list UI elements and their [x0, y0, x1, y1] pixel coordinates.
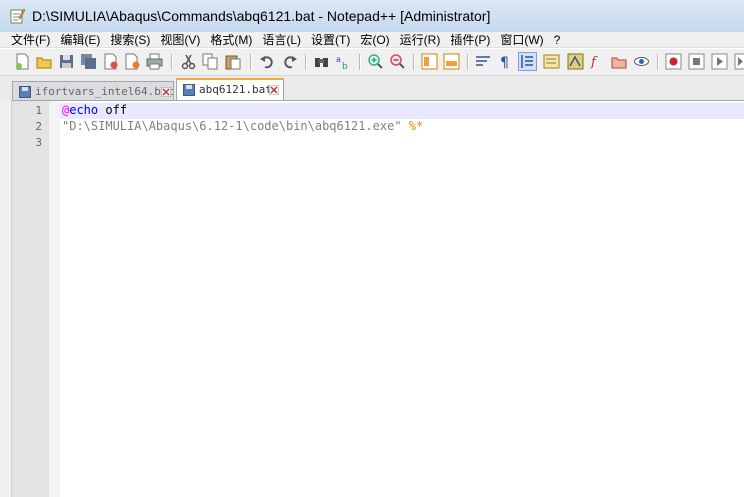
save-icon[interactable]	[58, 53, 75, 70]
indent-guide-icon[interactable]	[518, 52, 537, 71]
menu-format[interactable]: 格式(M)	[210, 32, 252, 47]
tab-label: abq6121.bat	[199, 83, 272, 96]
svg-text:a: a	[336, 55, 341, 64]
menu-view[interactable]: 视图(V)	[160, 32, 200, 47]
zoom-out-icon[interactable]	[389, 53, 406, 70]
menu-bar: 文件(F) 编辑(E) 搜索(S) 视图(V) 格式(M) 语言(L) 设置(T…	[0, 32, 744, 48]
play-macro-icon[interactable]	[711, 53, 728, 70]
menu-settings[interactable]: 设置(T)	[311, 32, 350, 47]
close-icon[interactable]	[269, 85, 279, 95]
text-token: off	[98, 103, 128, 117]
copy-icon[interactable]	[202, 53, 219, 70]
paste-icon[interactable]	[224, 53, 241, 70]
svg-text:b: b	[342, 62, 348, 70]
menu-help[interactable]: ?	[554, 32, 561, 47]
stop-macro-icon[interactable]	[688, 53, 705, 70]
sync-horizontal-icon[interactable]	[443, 53, 460, 70]
menu-macro[interactable]: 宏(O)	[360, 32, 389, 47]
svg-text:¶: ¶	[500, 55, 509, 70]
fold-margin[interactable]	[49, 101, 60, 497]
close-all-icon[interactable]	[124, 53, 141, 70]
menu-language[interactable]: 语言(L)	[262, 32, 301, 47]
toolbar-separator	[467, 54, 469, 70]
undo-icon[interactable]	[259, 53, 276, 70]
close-icon[interactable]	[161, 87, 171, 97]
tab-bar: ifortvars_intel64.bat abq6121.bat	[0, 76, 744, 101]
toolbar-separator	[250, 54, 252, 70]
toolbar-separator	[305, 54, 307, 70]
toolbar-separator	[359, 54, 361, 70]
menu-edit[interactable]: 编辑(E)	[60, 32, 100, 47]
print-icon[interactable]	[146, 53, 163, 70]
svg-text:f: f	[590, 55, 598, 70]
menu-run[interactable]: 运行(R)	[400, 32, 441, 47]
save-all-icon[interactable]	[80, 53, 97, 70]
code-line-2[interactable]: "D:\SIMULIA\Abaqus\6.12-1\code\bin\abq61…	[62, 119, 423, 133]
record-macro-icon[interactable]	[665, 53, 682, 70]
menu-plugins[interactable]: 插件(P)	[450, 32, 490, 47]
string-token: "D:\SIMULIA\Abaqus\6.12-1\code\bin\abq61…	[62, 119, 402, 133]
sync-vertical-icon[interactable]	[421, 53, 438, 70]
saved-file-icon	[183, 84, 195, 96]
word-wrap-icon[interactable]	[475, 53, 492, 70]
user-language-icon[interactable]	[543, 53, 560, 70]
args-token: %*	[401, 119, 424, 133]
editor-area[interactable]: 1 2 3 @echo off "D:\SIMULIA\Abaqus\6.12-…	[12, 101, 744, 497]
menu-file[interactable]: 文件(F)	[11, 32, 50, 47]
run-macro-multiple-icon[interactable]	[734, 53, 744, 70]
line-number: 3	[35, 136, 42, 149]
toolbar-separator	[171, 54, 173, 70]
show-all-chars-icon[interactable]: ¶	[497, 53, 514, 70]
title-bar[interactable]: D:\SIMULIA\Abaqus\Commands\abq6121.bat -…	[0, 0, 744, 33]
replace-icon[interactable]: ab	[335, 53, 352, 70]
line-number: 2	[35, 120, 42, 133]
toolbar-separator	[413, 54, 415, 70]
notepadpp-window: D:\SIMULIA\Abaqus\Commands\abq6121.bat -…	[0, 0, 744, 497]
redo-icon[interactable]	[281, 53, 298, 70]
folder-workspace-icon[interactable]	[611, 53, 628, 70]
toolbar: ab ¶ f	[0, 49, 744, 76]
close-file-icon[interactable]	[102, 53, 119, 70]
open-file-icon[interactable]	[36, 53, 53, 70]
find-icon[interactable]	[313, 53, 330, 70]
new-file-icon[interactable]	[14, 53, 31, 70]
notepad-icon	[10, 8, 25, 24]
toolbar-separator	[657, 54, 659, 70]
monitoring-eye-icon[interactable]	[633, 53, 650, 70]
left-edge-panel	[0, 100, 12, 497]
tab-abq6121-bat[interactable]: abq6121.bat	[176, 78, 284, 100]
function-list-icon[interactable]: f	[589, 53, 606, 70]
line-number-gutter: 1 2 3	[12, 101, 49, 497]
zoom-in-icon[interactable]	[367, 53, 384, 70]
tab-ifortvars-intel64-bat[interactable]: ifortvars_intel64.bat	[12, 81, 174, 100]
doc-map-icon[interactable]	[567, 53, 584, 70]
saved-file-icon	[19, 86, 31, 98]
keyword-token: echo	[69, 103, 99, 117]
window-title: D:\SIMULIA\Abaqus\Commands\abq6121.bat -…	[32, 8, 491, 24]
code-line-1[interactable]: @echo off	[62, 103, 127, 117]
tab-label: ifortvars_intel64.bat	[35, 85, 175, 98]
current-line-highlight	[60, 103, 744, 119]
cut-icon[interactable]	[180, 53, 197, 70]
menu-search[interactable]: 搜索(S)	[110, 32, 150, 47]
line-number: 1	[35, 104, 42, 117]
menu-window[interactable]: 窗口(W)	[500, 32, 543, 47]
